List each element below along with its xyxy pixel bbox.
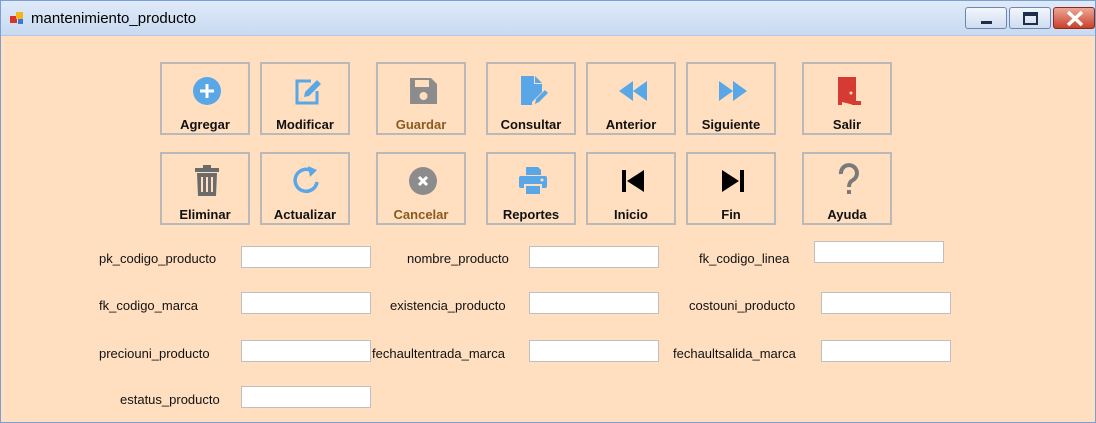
siguiente-label: Siguiente [701, 117, 761, 132]
reportes-label: Reportes [502, 207, 560, 222]
maximize-button[interactable] [1009, 7, 1051, 29]
ayuda-label: Ayuda [827, 207, 867, 222]
edit-icon [295, 79, 321, 105]
fk-codigo-marca-label: fk_codigo_marca [99, 298, 198, 313]
fk-codigo-linea-input[interactable] [814, 241, 944, 263]
consultar-button[interactable]: Consultar [486, 62, 576, 135]
estatus-producto-label: estatus_producto [120, 392, 220, 407]
fechaultentrada-marca-input[interactable] [529, 340, 659, 362]
fechaultentrada-marca-label: fechaultentrada_marca [372, 346, 505, 361]
inicio-label: Inicio [614, 207, 648, 222]
pk-codigo-producto-label: pk_codigo_producto [99, 251, 217, 266]
ayuda-button[interactable]: Ayuda [802, 152, 892, 225]
close-icon [1066, 10, 1084, 27]
fechaultsalida-marca-input[interactable] [821, 340, 951, 362]
inicio-button[interactable]: Inicio [586, 152, 676, 225]
fin-button[interactable]: Fin [686, 152, 776, 225]
pk-codigo-producto-input[interactable] [241, 246, 371, 268]
nombre-producto-input[interactable] [529, 246, 659, 268]
rewind-icon [619, 81, 647, 101]
modificar-button[interactable]: Modificar [260, 62, 350, 135]
costouni-producto-input[interactable] [821, 292, 951, 314]
fast-forward-icon [719, 81, 747, 101]
title-bar: mantenimiento_producto [1, 1, 1095, 36]
skip-start-icon [622, 170, 644, 192]
agregar-button[interactable]: Agregar [160, 62, 250, 135]
window-title: mantenimiento_producto [31, 10, 197, 27]
close-button[interactable] [1053, 7, 1095, 29]
preciouni-producto-input[interactable] [241, 340, 371, 362]
anterior-label: Anterior [605, 117, 657, 132]
maximize-icon [1023, 12, 1038, 25]
existencia-producto-label: existencia_producto [390, 298, 506, 313]
nombre-producto-label: nombre_producto [407, 251, 509, 266]
guardar-label: Guardar [395, 117, 447, 132]
actualizar-label: Actualizar [273, 207, 337, 222]
existencia-producto-input[interactable] [529, 292, 659, 314]
plus-circle-icon [193, 77, 221, 105]
salir-label: Salir [832, 117, 862, 132]
actualizar-button[interactable]: Actualizar [260, 152, 350, 225]
fk-codigo-linea-label: fk_codigo_linea [699, 251, 790, 266]
cancelar-label: Cancelar [393, 207, 449, 222]
fin-label: Fin [721, 207, 741, 222]
consultar-label: Consultar [500, 117, 562, 132]
fk-codigo-marca-input[interactable] [241, 292, 371, 314]
preciouni-producto-label: preciouni_producto [99, 346, 210, 361]
app-icon [10, 12, 23, 24]
minimize-icon [981, 21, 992, 24]
trash-icon [195, 165, 219, 196]
question-icon [838, 163, 859, 194]
costouni-producto-label: costouni_producto [689, 298, 796, 313]
cancelar-button[interactable]: Cancelar [376, 152, 466, 225]
cancel-circle-icon [409, 167, 437, 195]
door-exit-icon [838, 77, 861, 105]
reportes-button[interactable]: Reportes [486, 152, 576, 225]
agregar-label: Agregar [180, 117, 230, 132]
guardar-button[interactable]: Guardar [376, 62, 466, 135]
salir-button[interactable]: Salir [802, 62, 892, 135]
save-icon [410, 78, 437, 104]
modificar-label: Modificar [276, 117, 334, 132]
skip-end-icon [722, 170, 744, 192]
main-window: mantenimiento_producto Agregar Modificar… [0, 0, 1096, 423]
eliminar-label: Eliminar [179, 207, 231, 222]
refresh-icon [293, 166, 319, 194]
siguiente-button[interactable]: Siguiente [686, 62, 776, 135]
estatus-producto-input[interactable] [241, 386, 371, 408]
anterior-button[interactable]: Anterior [586, 62, 676, 135]
printer-icon [519, 167, 547, 196]
eliminar-button[interactable]: Eliminar [160, 152, 250, 225]
minimize-button[interactable] [965, 7, 1007, 29]
fechaultsalida-marca-label: fechaultsalida_marca [673, 346, 796, 361]
file-edit-icon [521, 76, 548, 105]
